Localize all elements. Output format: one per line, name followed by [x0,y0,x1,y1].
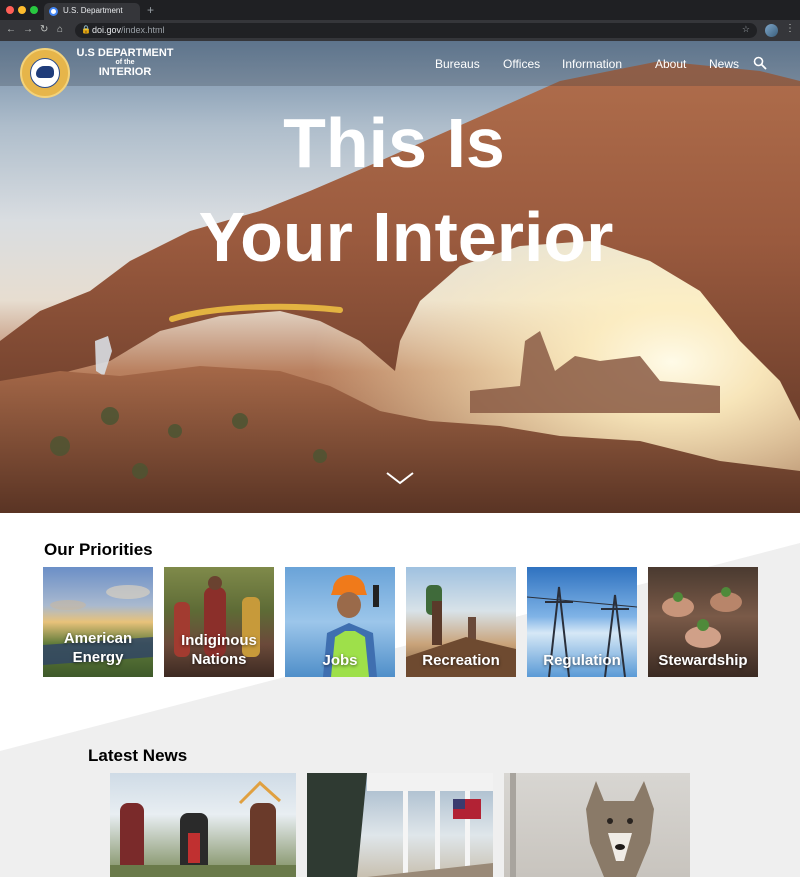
url-text: doi.gov/index.html [92,25,165,35]
lock-icon: 🔒 [81,25,91,34]
browser-toolbar: ← → ↻ ⌂ 🔒 doi.gov/index.html ☆ ⋮ [0,20,800,41]
site-brand[interactable]: U.S DEPARTMENT of the INTERIOR [70,48,180,78]
title-underline-swoosh [169,303,343,322]
doi-seal-logo[interactable] [20,48,70,98]
powwow-dancers-image [110,780,296,877]
news-card-wolf[interactable] [504,773,690,877]
latest-news-heading: Latest News [88,746,188,765]
news-card-powwow[interactable] [110,773,296,877]
priority-label-line-1: American [63,630,133,647]
priority-card-indiginous-nations[interactable]: Indiginous Nations [164,567,274,677]
priority-card-regulation[interactable]: Regulation [527,567,637,677]
new-tab-button[interactable]: + [147,3,154,17]
porch-with-flag-image [307,773,493,877]
news-card-historic-porch[interactable] [307,773,493,877]
nav-information[interactable]: Information [562,57,622,71]
priorities-heading: Our Priorities [44,540,153,559]
priority-label: Jobs [322,652,358,669]
address-bar[interactable]: 🔒 doi.gov/index.html ☆ [75,23,757,38]
close-window-button[interactable] [6,6,14,14]
hero-title-line-2: Your Interior [198,198,614,276]
back-arrow-icon[interactable]: ← [6,24,16,36]
priority-card-stewardship[interactable]: Stewardship [648,567,758,677]
profile-avatar[interactable] [765,24,778,37]
priority-card-jobs[interactable]: Jobs [285,567,395,677]
browser-tab[interactable]: U.S. Department [44,3,140,20]
priority-card-recreation[interactable]: Recreation [406,567,516,677]
bookmark-star-icon[interactable]: ☆ [742,24,750,35]
nav-offices[interactable]: Offices [503,57,540,71]
nav-news[interactable]: News [709,57,739,71]
tab-title: U.S. Department [63,6,123,15]
brand-line-3: INTERIOR [98,66,152,78]
brand-line-1: U.S DEPARTMENT [76,47,174,59]
nav-bureaus[interactable]: Bureaus [435,57,480,71]
priority-label: Regulation [543,652,621,669]
forward-arrow-icon[interactable]: → [23,24,33,36]
browser-tab-bar: U.S. Department + [0,0,800,20]
priority-label-line-1: Indiginous [181,632,257,649]
search-icon[interactable] [753,56,767,70]
nav-about[interactable]: About [655,57,686,71]
home-icon[interactable]: ⌂ [57,24,63,36]
maximize-window-button[interactable] [30,6,38,14]
chevron-down-icon[interactable] [385,471,415,485]
kebab-menu-icon[interactable]: ⋮ [785,23,795,34]
minimize-window-button[interactable] [18,6,26,14]
bison-icon [36,66,54,78]
priority-label: Stewardship [658,652,748,669]
reload-icon[interactable]: ↻ [40,24,48,36]
hero-title-line-1: This Is [283,104,505,182]
gray-wolf-image [510,773,654,877]
favicon-icon [49,7,58,16]
priority-label-line-2: Energy [72,649,124,666]
priority-label-line-2: Nations [191,651,247,668]
priority-card-american-energy[interactable]: American Energy [43,567,153,677]
priority-label: Recreation [422,652,500,669]
hero-section: U.S DEPARTMENT of the INTERIOR Bureaus O… [0,41,800,513]
